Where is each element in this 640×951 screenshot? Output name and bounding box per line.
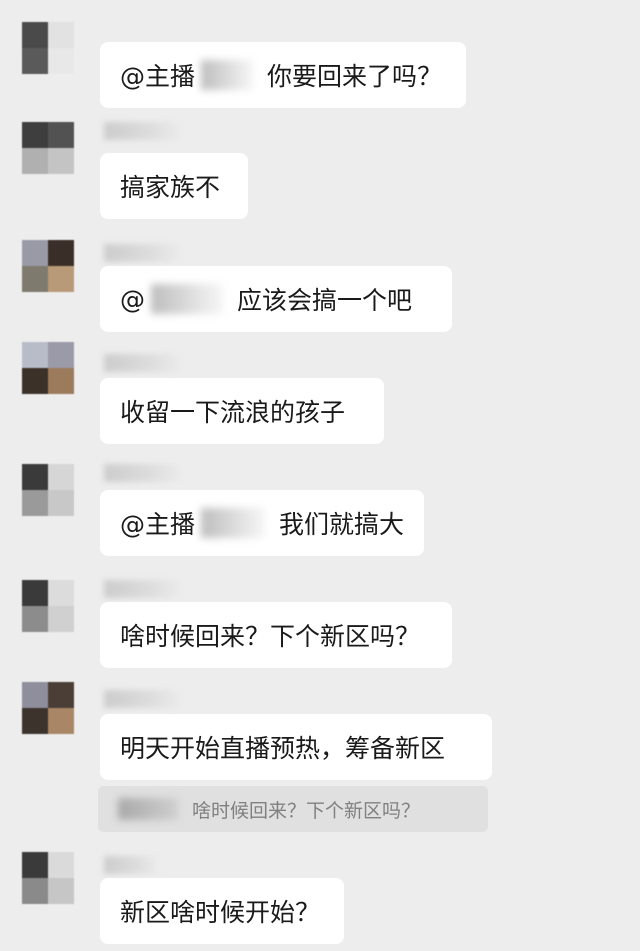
sender-name	[104, 354, 184, 372]
message-bubble[interactable]: 搞家族不	[100, 153, 248, 219]
sender-name	[104, 122, 184, 140]
avatar[interactable]	[22, 22, 74, 74]
message-bubble[interactable]: 啥时候回来？下个新区吗？	[100, 602, 452, 668]
avatar[interactable]	[22, 464, 74, 516]
message-text: 我们就搞大	[278, 510, 404, 539]
mention[interactable]: @主播	[120, 57, 195, 93]
quoted-message[interactable]: 啥时候回来？下个新区吗？	[98, 786, 488, 832]
redacted-name	[201, 508, 265, 538]
mention[interactable]: @	[120, 285, 145, 314]
chat-window: @主播 你要回来了吗？ 搞家族不 @ 应该会搞一个吧 收留一下流浪的孩子 @主播	[0, 0, 640, 951]
message-text: 你要回来了吗？	[267, 62, 443, 91]
message-text: 收留一下流浪的孩子	[120, 398, 346, 427]
avatar[interactable]	[22, 122, 74, 174]
message-bubble[interactable]: 收留一下流浪的孩子	[100, 378, 384, 444]
sender-name	[104, 244, 184, 262]
avatar[interactable]	[22, 852, 74, 904]
redacted-name	[118, 798, 178, 820]
redacted-name	[151, 284, 223, 314]
redacted-name	[201, 60, 254, 90]
avatar[interactable]	[22, 580, 74, 632]
avatar[interactable]	[22, 682, 74, 734]
sender-name	[104, 690, 184, 708]
avatar[interactable]	[22, 342, 74, 394]
quoted-text: 啥时候回来？下个新区吗？	[192, 799, 421, 822]
message-text: 新区啥时候开始？	[120, 898, 321, 927]
message-text: 啥时候回来？下个新区吗？	[120, 622, 421, 651]
message-bubble[interactable]: @主播 我们就搞大	[100, 490, 424, 556]
message-bubble[interactable]: 新区啥时候开始？	[100, 878, 344, 944]
avatar[interactable]	[22, 240, 74, 292]
sender-name	[104, 464, 184, 482]
message-text: 明天开始直播预热，筹备新区	[120, 734, 446, 763]
message-bubble[interactable]: @主播 你要回来了吗？	[100, 42, 466, 108]
mention[interactable]: @主播	[120, 505, 195, 541]
sender-name	[104, 856, 160, 874]
message-text: 应该会搞一个吧	[237, 286, 413, 315]
message-bubble[interactable]: 明天开始直播预热，筹备新区	[100, 714, 492, 780]
sender-name	[104, 580, 184, 598]
message-bubble[interactable]: @ 应该会搞一个吧	[100, 266, 452, 332]
message-text: 搞家族不	[120, 173, 221, 202]
